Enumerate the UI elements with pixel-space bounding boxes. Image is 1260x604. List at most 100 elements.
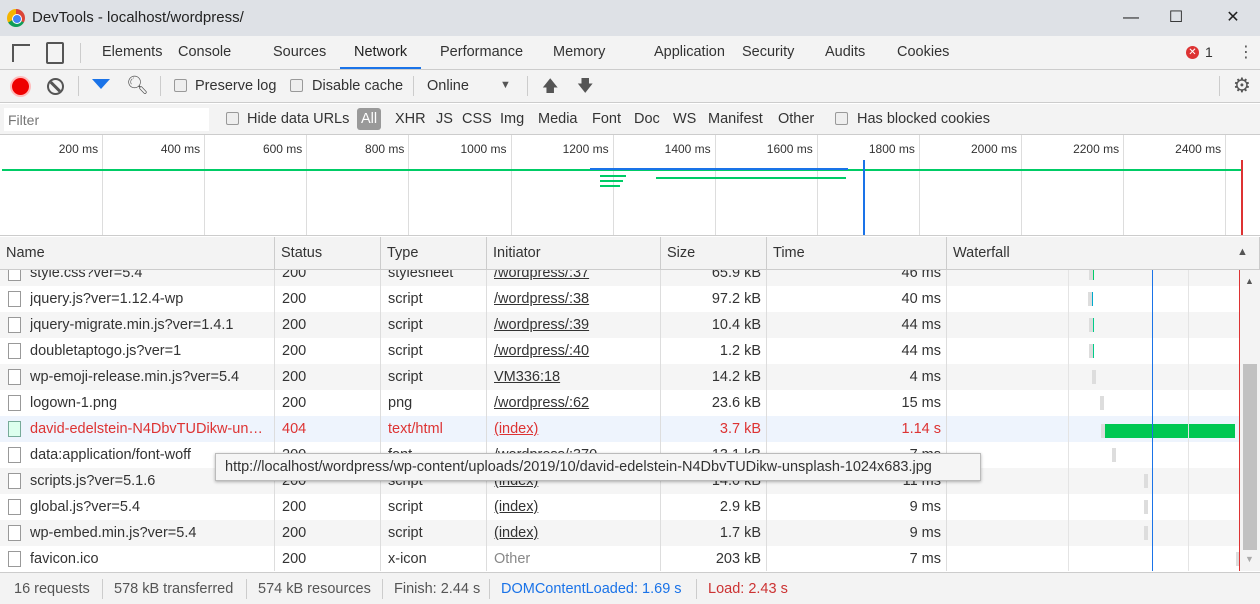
more-menu-icon[interactable]: ⋮ xyxy=(1238,42,1254,62)
request-type: x-icon xyxy=(388,551,427,567)
record-icon[interactable] xyxy=(12,78,29,95)
request-initiator[interactable]: /wordpress/:38 xyxy=(494,286,654,312)
column-header-initiator[interactable]: Initiator xyxy=(487,237,661,269)
table-row[interactable]: david-edelstein-N4DbvTUDikw-unsplash-102… xyxy=(0,416,1240,442)
request-name[interactable]: favicon.ico xyxy=(30,546,270,571)
request-initiator[interactable]: (index) xyxy=(494,416,654,442)
request-time: 9 ms xyxy=(909,525,941,541)
waterfall-bar xyxy=(1144,500,1149,514)
has-blocked-cookies-checkbox[interactable] xyxy=(835,112,848,125)
table-row[interactable]: favicon.ico 200 x-icon Other 203 kB 7 ms xyxy=(0,546,1240,571)
maximize-button[interactable]: ☐ xyxy=(1153,6,1199,30)
request-time: 7 ms xyxy=(909,551,941,567)
sort-ascending-icon[interactable]: ▲ xyxy=(1237,246,1248,258)
type-filter-css[interactable]: CSS xyxy=(462,111,492,127)
scroll-up-icon[interactable]: ▲ xyxy=(1245,276,1254,286)
table-row[interactable]: jquery-migrate.min.js?ver=1.4.1 200 script… xyxy=(0,312,1240,338)
table-row[interactable]: wp-embed.min.js?ver=5.4 200 script (index) 1… xyxy=(0,520,1240,546)
search-icon[interactable]: 🔍︎ xyxy=(126,75,149,96)
tab-audits[interactable]: Audits xyxy=(811,36,879,69)
column-header-status[interactable]: Status xyxy=(275,237,381,269)
status-bar: 16 requests 578 kB transferred 574 kB re… xyxy=(0,572,1260,604)
request-initiator[interactable]: (index) xyxy=(494,494,654,520)
overview-gridline xyxy=(1225,135,1227,235)
device-toolbar-icon[interactable] xyxy=(46,42,64,64)
request-name[interactable]: jquery.js?ver=1.12.4-wp xyxy=(30,286,270,312)
error-icon[interactable]: ✕ xyxy=(1186,46,1199,59)
type-filter-js[interactable]: JS xyxy=(436,111,453,127)
type-filter-img[interactable]: Img xyxy=(500,111,524,127)
scrollbar[interactable]: ▲ ▼ xyxy=(1240,270,1260,571)
tab-memory[interactable]: Memory xyxy=(539,36,619,69)
type-filter-font[interactable]: Font xyxy=(592,111,621,127)
request-name[interactable]: jquery-migrate.min.js?ver=1.4.1 xyxy=(30,312,270,338)
type-filter-all[interactable]: All xyxy=(357,108,382,130)
overview-gridline xyxy=(408,135,410,235)
overview-tick-label: 1200 ms xyxy=(562,142,609,156)
column-header-name[interactable]: Name xyxy=(0,237,275,269)
minimize-button[interactable]: — xyxy=(1108,6,1154,30)
type-filter-doc[interactable]: Doc xyxy=(634,111,660,127)
request-initiator[interactable]: VM336:18 xyxy=(494,364,654,390)
request-name[interactable]: wp-embed.min.js?ver=5.4 xyxy=(30,520,270,546)
request-initiator[interactable]: (index) xyxy=(494,520,654,546)
filter-input[interactable] xyxy=(4,108,209,131)
request-name[interactable]: doubletaptogo.js?ver=1 xyxy=(30,338,270,364)
disable-cache-checkbox[interactable] xyxy=(290,79,303,92)
column-header-type[interactable]: Type xyxy=(381,237,487,269)
load-time: Load: 2.43 s xyxy=(708,581,788,597)
overview-bar xyxy=(590,168,848,170)
waterfall-bar xyxy=(1088,270,1095,280)
request-name[interactable]: style.css?ver=5.4 xyxy=(30,270,270,286)
column-header-size[interactable]: Size xyxy=(661,237,767,269)
type-filter-ws[interactable]: WS xyxy=(673,111,696,127)
error-count[interactable]: 1 xyxy=(1205,44,1213,60)
request-name[interactable]: wp-emoji-release.min.js?ver=5.4 xyxy=(30,364,270,390)
scrollbar-thumb[interactable] xyxy=(1243,364,1257,550)
type-filter-manifest[interactable]: Manifest xyxy=(708,111,763,127)
type-filter-other[interactable]: Other xyxy=(778,111,814,127)
scroll-down-icon[interactable]: ▼ xyxy=(1245,554,1254,564)
import-har-icon[interactable]: 🡅 xyxy=(542,75,558,102)
type-filter-media[interactable]: Media xyxy=(538,111,578,127)
file-icon xyxy=(8,343,21,359)
tab-sources[interactable]: Sources xyxy=(259,36,340,69)
request-type: script xyxy=(388,525,423,541)
export-har-icon[interactable]: 🡇 xyxy=(577,75,593,102)
type-filter-xhr[interactable]: XHR xyxy=(395,111,426,127)
table-row[interactable]: global.js?ver=5.4 200 script (index) 2.9 kB 9… xyxy=(0,494,1240,520)
tab-network[interactable]: Network xyxy=(340,36,422,69)
request-name[interactable]: david-edelstein-N4DbvTUDikw-unsplash-102… xyxy=(30,416,270,442)
timeline-overview[interactable]: 200 ms 400 ms 600 ms 800 ms 1000 ms 1200 ms 14… xyxy=(0,135,1260,236)
table-row[interactable]: wp-emoji-release.min.js?ver=5.4 200 script… xyxy=(0,364,1240,390)
filter-icon[interactable] xyxy=(92,79,110,89)
tab-cookies[interactable]: Cookies xyxy=(883,36,963,69)
request-initiator[interactable]: /wordpress/:40 xyxy=(494,338,654,364)
column-header-waterfall[interactable]: Waterfall xyxy=(947,237,1260,269)
request-type: script xyxy=(388,369,423,385)
request-initiator[interactable]: /wordpress/:37 xyxy=(494,270,654,286)
clear-icon[interactable] xyxy=(47,78,64,95)
inspect-element-icon[interactable] xyxy=(12,44,30,62)
throttling-select[interactable]: Online ▼ xyxy=(420,73,520,100)
request-initiator[interactable]: /wordpress/:39 xyxy=(494,312,654,338)
request-name[interactable]: logown-1.png xyxy=(30,390,270,416)
table-row[interactable]: style.css?ver=5.4 200 stylesheet/wordpress… xyxy=(0,270,1240,286)
request-initiator[interactable]: /wordpress/:62 xyxy=(494,390,654,416)
table-row[interactable]: logown-1.png 200 png/wordpress/:62 23.6 kB 1… xyxy=(0,390,1240,416)
tab-application[interactable]: Application xyxy=(640,36,739,69)
table-row[interactable]: jquery.js?ver=1.12.4-wp 200 script/wordpre… xyxy=(0,286,1240,312)
column-header-time[interactable]: Time xyxy=(767,237,947,269)
request-size: 14.2 kB xyxy=(711,369,761,385)
preserve-log-checkbox[interactable] xyxy=(174,79,187,92)
close-button[interactable]: ✕ xyxy=(1210,6,1256,30)
request-type: script xyxy=(388,343,423,359)
hide-data-urls-checkbox[interactable] xyxy=(226,112,239,125)
tab-console[interactable]: Console xyxy=(164,36,245,69)
overview-dcl-marker xyxy=(862,160,865,235)
request-name[interactable]: global.js?ver=5.4 xyxy=(30,494,270,520)
tab-security[interactable]: Security xyxy=(728,36,808,69)
tab-performance[interactable]: Performance xyxy=(426,36,537,69)
settings-gear-icon[interactable]: ⚙ xyxy=(1233,73,1251,98)
table-row[interactable]: doubletaptogo.js?ver=1 200 script/wordpres… xyxy=(0,338,1240,364)
